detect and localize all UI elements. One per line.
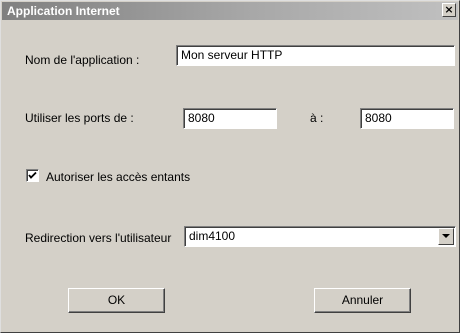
close-icon[interactable]: × — [442, 3, 456, 17]
allow-incoming-label: Autoriser les accès entants — [46, 170, 191, 184]
app-name-value: Mon serveur HTTP — [181, 48, 283, 62]
port-from-input[interactable]: 8080 — [183, 108, 277, 129]
port-from-value: 8080 — [188, 111, 215, 125]
app-name-label: Nom de l'application : — [25, 53, 140, 67]
ok-button[interactable]: OK — [68, 288, 165, 313]
redirect-user-value: dim4100 — [189, 229, 236, 243]
allow-incoming-checkbox[interactable] — [26, 169, 39, 182]
dropdown-button[interactable] — [438, 228, 454, 245]
checkmark-icon — [28, 171, 37, 179]
ports-label: Utiliser les ports de : — [25, 111, 134, 125]
redirect-label: Redirection vers l'utilisateur — [25, 231, 172, 245]
chevron-down-icon — [442, 234, 450, 238]
port-to-value: 8080 — [365, 111, 392, 125]
application-internet-dialog: Application Internet × Nom de l'applicat… — [0, 0, 460, 333]
window-title: Application Internet — [7, 4, 120, 18]
port-to-label: à : — [310, 111, 324, 125]
app-name-input[interactable]: Mon serveur HTTP — [176, 45, 455, 66]
title-bar[interactable]: Application Internet × — [2, 2, 458, 20]
cancel-button[interactable]: Annuler — [314, 288, 411, 313]
port-to-input[interactable]: 8080 — [360, 108, 454, 129]
redirect-user-select[interactable]: dim4100 — [184, 226, 456, 247]
